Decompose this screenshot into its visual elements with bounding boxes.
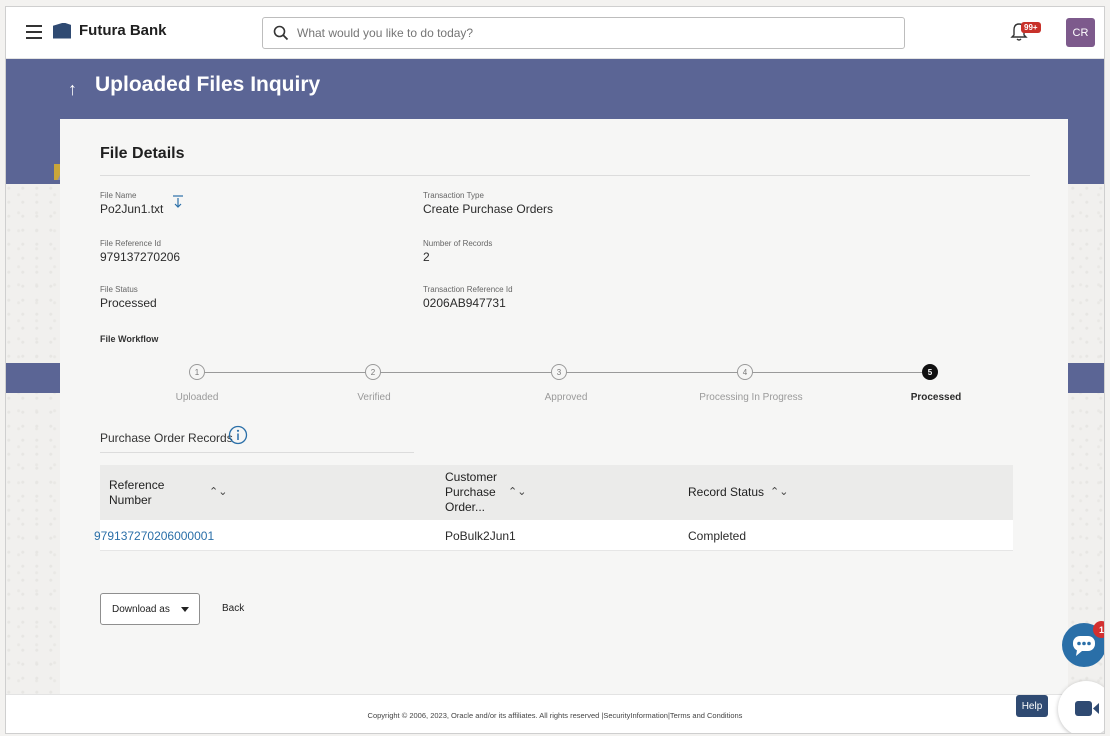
back-arrow-icon[interactable]: ↑ bbox=[68, 79, 77, 100]
download-file-icon[interactable] bbox=[172, 195, 184, 209]
file-status-field: File Status Processed bbox=[100, 285, 157, 310]
help-button[interactable]: Help bbox=[1016, 695, 1048, 717]
divider bbox=[100, 452, 414, 453]
top-bar: Futura Bank 99+ CR bbox=[6, 7, 1104, 59]
hamburger-menu-icon[interactable] bbox=[26, 25, 42, 39]
field-value: 2 bbox=[423, 250, 430, 264]
app-window: Futura Bank 99+ CR ↑ Uploaded Files Inqu… bbox=[5, 6, 1105, 734]
section-title: File Details bbox=[100, 145, 185, 162]
field-label: Transaction Reference Id bbox=[423, 285, 513, 294]
decorative-band-left bbox=[6, 363, 61, 393]
header-text: Record Status bbox=[688, 485, 765, 499]
sort-icon[interactable]: ⌃⌄ bbox=[508, 485, 526, 498]
back-button[interactable]: Back bbox=[222, 603, 244, 614]
workflow-title: File Workflow bbox=[100, 334, 159, 344]
workflow-step-label: Processed bbox=[910, 392, 962, 403]
table-header: Reference Number ⌃⌄ Customer Purchase Or… bbox=[100, 465, 1013, 520]
bank-logo-icon bbox=[53, 22, 71, 39]
field-value: 979137270206 bbox=[100, 250, 181, 264]
video-call-button[interactable] bbox=[1058, 681, 1104, 733]
field-label: File Status bbox=[100, 285, 138, 294]
header-text: Customer bbox=[445, 470, 498, 484]
sort-icon[interactable]: ⌃⌄ bbox=[770, 485, 788, 498]
record-status-cell: Completed bbox=[688, 529, 747, 543]
field-value: Processed bbox=[100, 296, 157, 310]
sort-icon[interactable]: ⌃⌄ bbox=[209, 485, 227, 498]
reference-number-link[interactable]: 979137270206000001 bbox=[94, 529, 214, 543]
transaction-type-field: Transaction Type Create Purchase Orders bbox=[423, 191, 553, 216]
workflow-step-5: 5 bbox=[922, 364, 938, 380]
brand-name: Futura Bank bbox=[79, 22, 167, 39]
search-icon bbox=[273, 25, 289, 41]
workflow-step-label: Processing In Progress bbox=[699, 392, 803, 403]
workflow-step-1: 1 bbox=[189, 364, 205, 380]
search-input[interactable] bbox=[297, 26, 887, 40]
notification-badge: 99+ bbox=[1021, 22, 1041, 33]
header-text: Number bbox=[109, 493, 152, 507]
download-as-dropdown[interactable]: Download as bbox=[100, 593, 200, 625]
field-value: 0206AB947731 bbox=[423, 296, 506, 310]
field-label: Transaction Type bbox=[423, 191, 484, 200]
field-value: Create Purchase Orders bbox=[423, 202, 554, 216]
number-of-records-field: Number of Records 2 bbox=[423, 239, 492, 264]
field-label: File Reference Id bbox=[100, 239, 161, 248]
brand-logo[interactable]: Futura Bank bbox=[53, 22, 167, 39]
caret-down-icon bbox=[180, 606, 189, 612]
footer: Copyright © 2006, 2023, Oracle and/or it… bbox=[6, 694, 1104, 733]
decorative-band-right bbox=[1066, 363, 1104, 393]
file-reference-id-field: File Reference Id 979137270206 bbox=[100, 239, 180, 264]
workflow-step-label: Uploaded bbox=[175, 392, 219, 403]
column-header-reference-number[interactable]: Reference Number bbox=[109, 478, 164, 508]
page-title: Uploaded Files Inquiry bbox=[95, 73, 321, 96]
records-title: Purchase Order Records bbox=[100, 431, 233, 445]
header-text: Reference bbox=[109, 478, 165, 492]
info-icon[interactable] bbox=[228, 425, 248, 445]
user-avatar[interactable]: CR bbox=[1066, 18, 1095, 47]
workflow-step-label: Verified bbox=[357, 392, 391, 403]
global-search[interactable] bbox=[262, 17, 905, 49]
file-name-field: File Name Po2Jun1.txt bbox=[100, 191, 163, 216]
footer-text: Copyright © 2006, 2023, Oracle and/or it… bbox=[367, 711, 743, 720]
transaction-reference-id-field: Transaction Reference Id 0206AB947731 bbox=[423, 285, 513, 310]
customer-po-cell: PoBulk2Jun1 bbox=[445, 529, 516, 543]
workflow-step-3: 3 bbox=[551, 364, 567, 380]
column-header-customer-po[interactable]: Customer Purchase Order... bbox=[445, 470, 497, 515]
chat-badge: 1 bbox=[1093, 621, 1104, 638]
workflow-line bbox=[197, 372, 937, 373]
field-value: Po2Jun1.txt bbox=[100, 202, 164, 216]
field-label: File Name bbox=[100, 191, 137, 200]
file-details-card: File Details File Name Po2Jun1.txt Trans… bbox=[60, 119, 1068, 697]
table-row: 979137270206000001 PoBulk2Jun1 Completed bbox=[94, 520, 1013, 551]
download-label: Download as bbox=[112, 603, 170, 615]
divider bbox=[100, 175, 1030, 176]
header-text: Order... bbox=[445, 500, 486, 514]
field-label: Number of Records bbox=[423, 239, 493, 248]
workflow-step-label: Approved bbox=[544, 392, 588, 403]
workflow-step-4: 4 bbox=[737, 364, 753, 380]
records-table: Reference Number ⌃⌄ Customer Purchase Or… bbox=[94, 465, 1013, 551]
column-header-record-status[interactable]: Record Status bbox=[688, 485, 764, 500]
header-text: Purchase bbox=[445, 485, 496, 499]
video-camera-icon bbox=[1075, 701, 1099, 716]
workflow-step-2: 2 bbox=[365, 364, 381, 380]
